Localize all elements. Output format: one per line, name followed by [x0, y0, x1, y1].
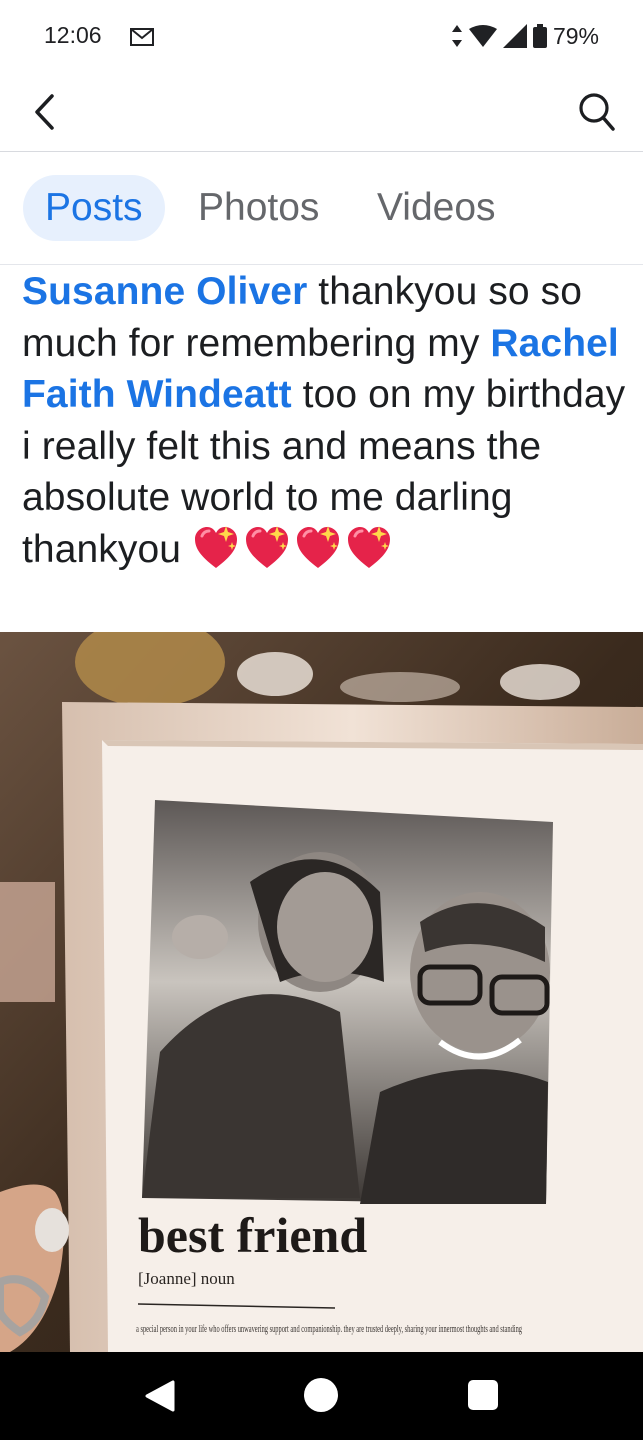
system-nav-bar [0, 1352, 643, 1440]
status-time: 12:06 [44, 22, 102, 48]
tab-photos[interactable]: Photos [176, 175, 341, 241]
search-icon [579, 93, 615, 131]
back-button[interactable] [22, 88, 66, 136]
frame-definition: a special person in your life who offers… [136, 1324, 522, 1335]
status-icons: 79% [451, 20, 599, 52]
photo-illustration: best friend [Joanne] noun a special pers… [0, 632, 643, 1352]
nav-home-icon[interactable] [304, 1378, 338, 1412]
frame-title: best friend [138, 1207, 367, 1263]
emoji-group [192, 525, 396, 571]
sparkling-heart-icon [195, 525, 238, 568]
sparkling-heart-icon [297, 525, 340, 568]
wifi-icon [468, 25, 497, 47]
battery-percent: 79% [552, 22, 599, 49]
data-arrows-icon [451, 25, 462, 47]
nav-recents-icon[interactable] [468, 1380, 498, 1410]
post-text: Susanne Oliver thankyou so so much for r… [22, 266, 638, 575]
tab-posts[interactable]: Posts [23, 175, 165, 241]
post-photo[interactable]: best friend [Joanne] noun a special pers… [0, 632, 643, 1352]
tab-videos[interactable]: Videos [355, 175, 518, 241]
sparkling-heart-icon [246, 525, 289, 568]
signal-icon [502, 24, 527, 48]
nav-back-icon[interactable] [145, 1380, 175, 1412]
mail-icon [130, 28, 154, 46]
back-arrow-icon [35, 94, 54, 130]
page-header [0, 72, 643, 152]
tab-bar: Posts Photos Videos [0, 153, 643, 265]
mention-link[interactable]: Susanne Oliver [22, 270, 307, 313]
search-button[interactable] [573, 88, 621, 136]
battery-icon [532, 24, 547, 48]
frame-subtitle: [Joanne] noun [138, 1269, 235, 1288]
sparkling-heart-icon [348, 525, 391, 568]
status-bar: 12:06 79% [0, 0, 643, 72]
